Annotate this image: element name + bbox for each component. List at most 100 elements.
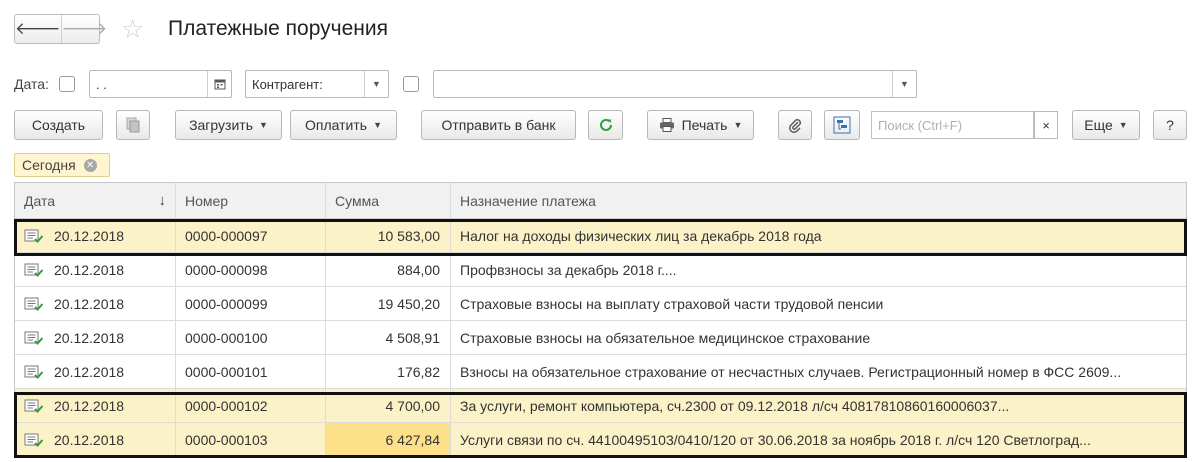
cell-amount: 176,82 bbox=[326, 355, 451, 388]
active-filter-tag: Сегодня ✕ bbox=[14, 153, 110, 177]
cell-amount: 4 508,91 bbox=[326, 321, 451, 354]
cell-amount: 19 450,20 bbox=[326, 287, 451, 320]
cell-number: 0000-000103 bbox=[176, 423, 326, 456]
cell-number: 0000-000100 bbox=[176, 321, 326, 354]
history-nav: 🡐 🡒 bbox=[14, 14, 107, 44]
cell-date-value: 20.12.2018 bbox=[54, 295, 125, 312]
arrow-left-icon: 🡐 bbox=[15, 19, 61, 38]
column-header-purpose[interactable]: Назначение платежа bbox=[451, 183, 1186, 218]
copy-button[interactable] bbox=[116, 110, 150, 140]
pay-button[interactable]: Оплатить ▼ bbox=[290, 110, 397, 140]
caret-down-icon: ▼ bbox=[733, 120, 743, 130]
cell-amount: 884,00 bbox=[326, 253, 451, 286]
send-to-bank-button[interactable]: Отправить в банк bbox=[421, 110, 576, 140]
cell-purpose: За услуги, ремонт компьютера, сч.2300 от… bbox=[460, 397, 1010, 414]
table-row[interactable]: 20.12.2018 0000-000099 19 450,20 Страховые … bbox=[15, 287, 1186, 321]
posted-document-icon bbox=[24, 263, 44, 277]
forward-button[interactable]: 🡒 bbox=[60, 15, 108, 43]
cell-date: 20.12.2018 bbox=[15, 287, 176, 320]
cell-date-value: 20.12.2018 bbox=[54, 431, 125, 448]
print-button[interactable]: Печать ▼ bbox=[647, 110, 754, 140]
posted-document-icon bbox=[24, 433, 44, 447]
remove-filter-icon[interactable]: ✕ bbox=[83, 158, 97, 172]
table-row[interactable]: 20.12.2018 0000-000098 884,00 Профвзносы за… bbox=[15, 253, 1186, 287]
cell-amount: 10 583,00 bbox=[326, 219, 451, 252]
cell-purpose: Страховые взносы на обязательное медицин… bbox=[460, 329, 871, 346]
date-filter-checkbox[interactable] bbox=[59, 76, 75, 92]
chevron-down-icon[interactable]: ▼ bbox=[364, 71, 388, 97]
cell-date-value: 20.12.2018 bbox=[54, 397, 125, 414]
cell-date-value: 20.12.2018 bbox=[54, 261, 125, 278]
posted-document-icon bbox=[24, 229, 44, 243]
more-button[interactable]: Еще ▼ bbox=[1072, 110, 1140, 140]
date-filter-value: . . bbox=[96, 76, 107, 92]
table-row[interactable]: 20.12.2018 0000-000100 4 508,91 Страховые в… bbox=[15, 321, 1186, 355]
cell-purpose: Страховые взносы на выплату страховой ча… bbox=[460, 295, 884, 312]
column-header-date[interactable]: Дата ↓ bbox=[15, 183, 176, 218]
cell-date: 20.12.2018 bbox=[15, 355, 176, 388]
cell-date: 20.12.2018 bbox=[15, 389, 176, 422]
filter-field-label: Контрагент: bbox=[252, 76, 323, 92]
load-button-label: Загрузить bbox=[189, 117, 253, 133]
cell-number: 0000-000102 bbox=[176, 389, 326, 422]
cell-date-value: 20.12.2018 bbox=[54, 227, 125, 244]
create-button[interactable]: Создать bbox=[14, 110, 103, 140]
back-button[interactable]: 🡐 bbox=[15, 15, 61, 43]
table-row[interactable]: 20.12.2018 0000-000097 10 583,00 Налог на д… bbox=[15, 219, 1186, 253]
table-row[interactable]: 20.12.2018 0000-000102 4 700,00 За услуги, … bbox=[15, 389, 1186, 423]
caret-down-icon: ▼ bbox=[373, 120, 382, 130]
cell-date: 20.12.2018 bbox=[15, 219, 176, 252]
filter-field-select[interactable]: Контрагент: ▼ bbox=[245, 70, 389, 98]
chevron-down-icon[interactable]: ▼ bbox=[892, 71, 916, 97]
posted-document-icon bbox=[24, 365, 44, 379]
cell-amount: 4 700,00 bbox=[326, 389, 451, 422]
cell-number: 0000-000098 bbox=[176, 253, 326, 286]
attach-button[interactable] bbox=[778, 110, 812, 140]
payment-orders-table: Дата ↓ Номер Сумма Назначение платежа 20.… bbox=[14, 182, 1187, 457]
table-row[interactable]: 20.12.2018 0000-000103 6 427,84 Услуги связ… bbox=[15, 423, 1186, 457]
favorite-star-icon[interactable]: ☆ bbox=[121, 16, 144, 42]
posted-document-icon bbox=[24, 399, 44, 413]
posted-document-icon bbox=[24, 297, 44, 311]
help-button[interactable]: ? bbox=[1153, 110, 1187, 140]
counterparty-filter-checkbox[interactable] bbox=[403, 76, 419, 92]
pay-button-label: Оплатить bbox=[305, 117, 368, 133]
column-header-amount[interactable]: Сумма bbox=[326, 183, 451, 218]
load-button[interactable]: Загрузить ▼ bbox=[175, 110, 282, 140]
cell-purpose: Налог на доходы физических лиц за декабр… bbox=[460, 227, 822, 244]
table-header: Дата ↓ Номер Сумма Назначение платежа bbox=[15, 183, 1186, 219]
hierarchy-icon bbox=[833, 116, 851, 134]
more-button-label: Еще bbox=[1084, 117, 1113, 133]
page-title: Платежные поручения bbox=[168, 17, 388, 40]
refresh-button[interactable] bbox=[588, 110, 623, 140]
active-filter-label: Сегодня bbox=[22, 157, 76, 173]
table-row[interactable]: 20.12.2018 0000-000101 176,82 Взносы на обя… bbox=[15, 355, 1186, 389]
arrow-right-icon: 🡒 bbox=[61, 19, 108, 38]
clear-search-button[interactable]: × bbox=[1034, 111, 1058, 139]
cell-purpose: Взносы на обязательное страхование от не… bbox=[460, 363, 1122, 380]
cell-purpose: Профвзносы за декабрь 2018 г.... bbox=[460, 261, 677, 278]
search-input[interactable]: Поиск (Ctrl+F) bbox=[871, 111, 1034, 139]
posted-document-icon bbox=[24, 331, 44, 345]
caret-down-icon: ▼ bbox=[259, 120, 268, 130]
calendar-icon[interactable] bbox=[207, 71, 231, 97]
column-header-number[interactable]: Номер bbox=[176, 183, 326, 218]
cell-number: 0000-000101 bbox=[176, 355, 326, 388]
counterparty-filter-input[interactable]: ▼ bbox=[433, 70, 917, 98]
copy-icon bbox=[126, 117, 140, 133]
cell-date: 20.12.2018 bbox=[15, 253, 176, 286]
cell-number: 0000-000097 bbox=[176, 219, 326, 252]
cell-date: 20.12.2018 bbox=[15, 423, 176, 456]
date-filter-label: Дата: bbox=[14, 76, 49, 92]
structure-button[interactable] bbox=[824, 110, 860, 140]
cell-date-value: 20.12.2018 bbox=[54, 363, 125, 380]
cell-amount: 6 427,84 bbox=[326, 423, 451, 456]
cell-date: 20.12.2018 bbox=[15, 321, 176, 354]
cell-purpose: Услуги связи по сч. 44100495103/0410/120… bbox=[460, 431, 1091, 448]
cell-date-value: 20.12.2018 bbox=[54, 329, 125, 346]
printer-icon bbox=[659, 118, 674, 132]
date-filter-input[interactable]: . . bbox=[89, 70, 232, 98]
refresh-icon bbox=[599, 118, 612, 131]
column-header-date-label: Дата bbox=[24, 192, 56, 209]
close-icon: × bbox=[1042, 117, 1050, 133]
